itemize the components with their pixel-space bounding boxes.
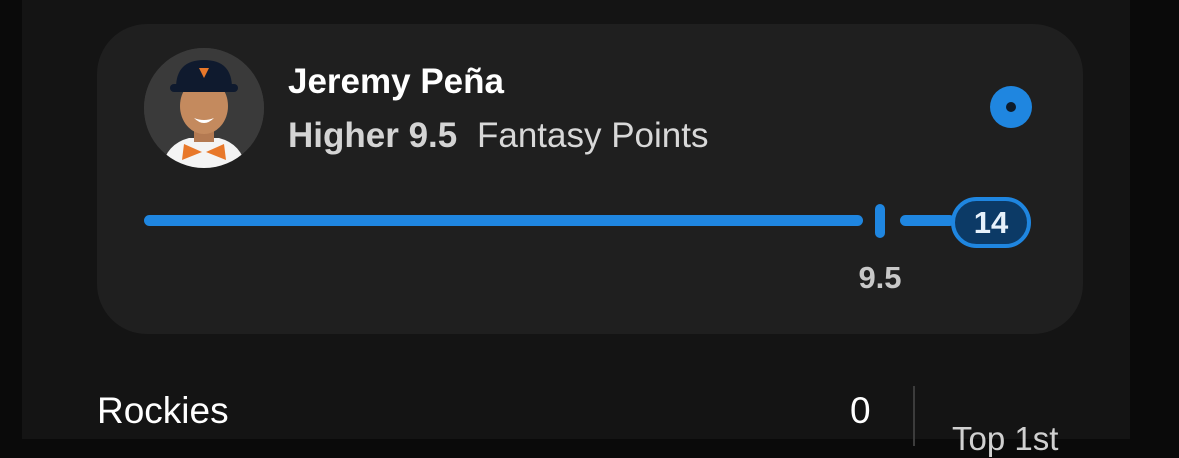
line-marker bbox=[875, 204, 885, 238]
pick-direction: Higher bbox=[288, 116, 399, 155]
team-name: Rockies bbox=[97, 390, 229, 431]
live-status-icon bbox=[990, 86, 1032, 128]
team-score: 0 bbox=[850, 390, 871, 431]
player-avatar bbox=[144, 48, 264, 168]
line-marker-label: 9.5 bbox=[858, 260, 902, 295]
progress-track-over bbox=[900, 215, 955, 226]
pick-stat: Fantasy Points bbox=[476, 116, 709, 155]
pick-projection: Higher 9.5 Fantasy Points bbox=[288, 116, 708, 156]
pick-line: 9.5 bbox=[408, 116, 458, 155]
pick-card[interactable]: Jeremy Peña Higher 9.5 Fantasy Points 14… bbox=[97, 24, 1083, 334]
inning-status: Top 1st bbox=[952, 420, 1059, 457]
current-value-badge: 14 bbox=[951, 197, 1031, 248]
progress-track-filled bbox=[144, 215, 863, 226]
score-divider bbox=[913, 386, 915, 446]
player-name: Jeremy Peña bbox=[288, 62, 504, 101]
player-headshot-icon bbox=[144, 48, 264, 168]
